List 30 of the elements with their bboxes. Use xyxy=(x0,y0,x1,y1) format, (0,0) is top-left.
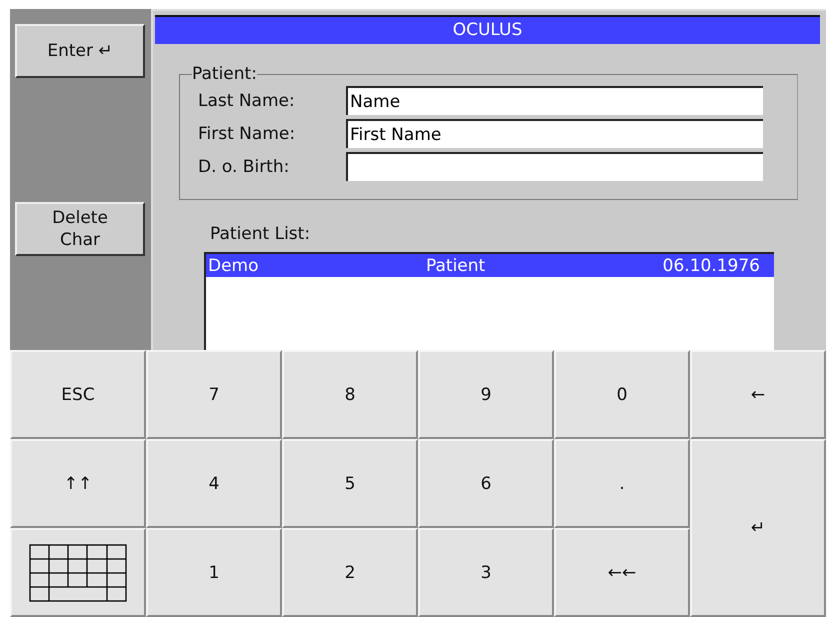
key-button[interactable]: 9 xyxy=(418,350,554,439)
field-label: D. o. Birth: xyxy=(198,156,290,176)
key-button[interactable]: ↑↑ xyxy=(10,439,146,528)
side-button[interactable]: Delete Char xyxy=(15,202,145,256)
key-button[interactable]: 5 xyxy=(282,439,418,528)
key-button[interactable]: ESC xyxy=(10,350,146,439)
key-button[interactable]: 7 xyxy=(146,350,282,439)
input-field[interactable] xyxy=(346,152,763,181)
list-row[interactable]: Demo Patient 06.10.1976 xyxy=(206,254,774,277)
key-button[interactable]: ←← xyxy=(554,528,690,617)
key-button[interactable]: 0 xyxy=(554,350,690,439)
input-field[interactable]: First Name xyxy=(346,119,763,148)
window-title: OCULUS xyxy=(155,15,820,44)
key-button[interactable]: ↵ xyxy=(690,439,826,617)
keyboard-icon xyxy=(29,544,127,602)
key-button[interactable]: ← xyxy=(690,350,826,439)
key-button[interactable]: 4 xyxy=(146,439,282,528)
field-label: Last Name: xyxy=(198,90,296,110)
input-field[interactable]: Name xyxy=(346,86,763,115)
side-button[interactable]: Enter ↵ xyxy=(15,24,145,78)
field-label: First Name: xyxy=(198,124,296,144)
list-label: Patient List: xyxy=(210,224,312,244)
key-button[interactable] xyxy=(10,528,146,617)
key-button[interactable]: 3 xyxy=(418,528,554,617)
key-button[interactable]: 6 xyxy=(418,439,554,528)
key-button[interactable]: 8 xyxy=(282,350,418,439)
key-button[interactable]: . xyxy=(554,439,690,528)
group-legend: Patient: xyxy=(192,64,257,84)
key-button[interactable]: 1 xyxy=(146,528,282,617)
key-button[interactable]: 2 xyxy=(282,528,418,617)
